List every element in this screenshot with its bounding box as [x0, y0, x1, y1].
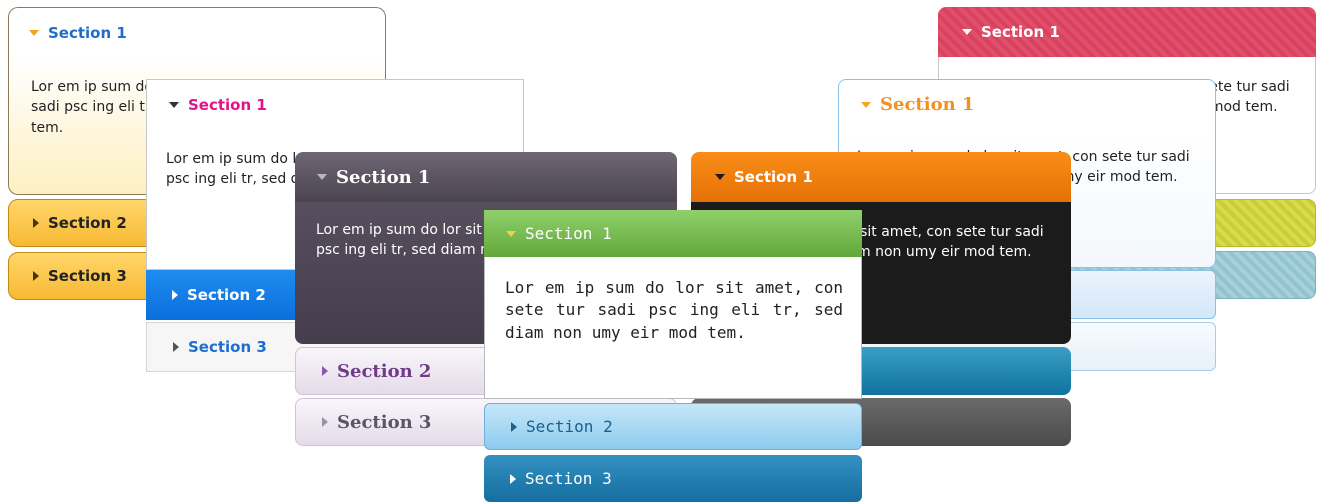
section-2-label: Section 2 — [48, 214, 127, 232]
section-2-label: Section 2 — [187, 286, 266, 304]
caret-right-icon — [510, 473, 516, 484]
section-1-label: Section 1 — [880, 94, 975, 115]
caret-down-icon — [861, 101, 871, 108]
section-1-header[interactable]: Section 1 — [691, 152, 1071, 202]
caret-right-icon — [172, 290, 178, 300]
section-1-header[interactable]: Section 1 — [8, 7, 386, 57]
caret-right-icon — [33, 271, 39, 281]
caret-down-icon — [962, 29, 972, 35]
section-1-text: Lor em ip sum do lor sit amet, con sete … — [505, 278, 843, 342]
section-3-label: Section 3 — [188, 338, 267, 356]
section-1-label: Section 1 — [188, 95, 267, 114]
section-2-label: Section 2 — [526, 417, 613, 436]
caret-right-icon — [322, 366, 328, 376]
caret-down-icon — [506, 230, 516, 237]
section-1-header[interactable]: Section 1 — [146, 79, 524, 129]
section-3-label: Section 3 — [337, 411, 432, 433]
section-1-header[interactable]: Section 1 — [938, 7, 1316, 57]
section-1-label: Section 1 — [336, 166, 431, 188]
caret-right-icon — [173, 342, 179, 352]
section-3-header[interactable]: Section 3 — [484, 455, 862, 502]
section-1-label: Section 1 — [981, 23, 1060, 41]
caret-right-icon — [322, 417, 328, 427]
section-1-header[interactable]: Section 1 — [484, 210, 862, 257]
section-1-header[interactable]: Section 1 — [295, 152, 677, 202]
section-3-label: Section 3 — [48, 267, 127, 285]
caret-down-icon — [715, 174, 725, 180]
section-1-header[interactable]: Section 1 — [838, 79, 1216, 129]
section-1-content: Lor em ip sum do lor sit amet, con sete … — [484, 257, 862, 399]
caret-down-icon — [29, 29, 39, 36]
caret-down-icon — [317, 174, 327, 180]
caret-right-icon — [33, 218, 39, 228]
caret-down-icon — [169, 101, 179, 108]
section-2-label: Section 2 — [337, 360, 432, 382]
section-1-label: Section 1 — [525, 224, 612, 243]
section-1-label: Section 1 — [48, 23, 127, 42]
section-1-label: Section 1 — [734, 168, 813, 186]
section-2-header[interactable]: Section 2 — [484, 403, 862, 450]
section-3-label: Section 3 — [525, 469, 612, 488]
caret-right-icon — [511, 421, 517, 432]
